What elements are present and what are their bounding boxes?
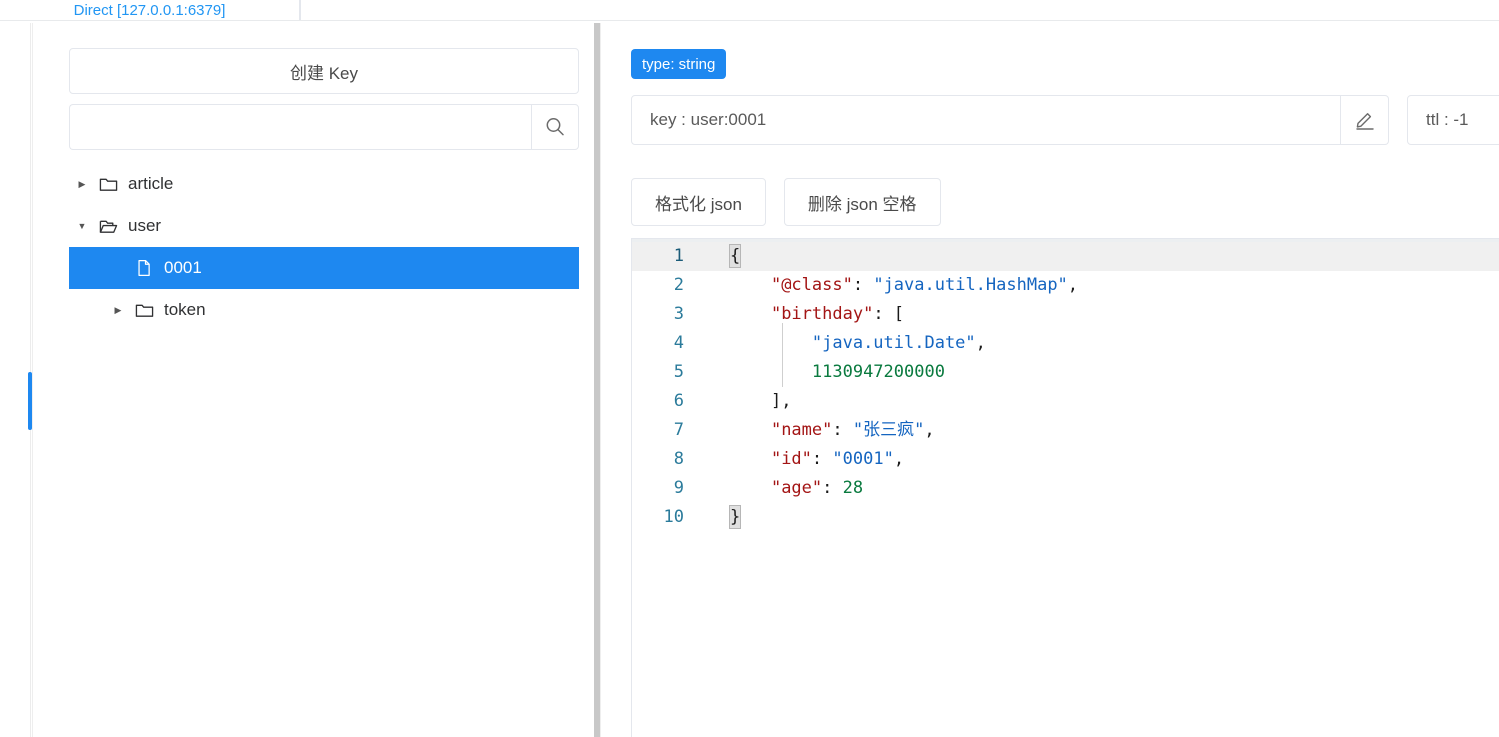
tab-bar-underline <box>0 20 1499 21</box>
tab-bar: Direct [127.0.0.1:6379] <box>0 0 1499 21</box>
file-icon <box>131 259 157 277</box>
line-number: 9 <box>673 478 684 498</box>
json-editor[interactable]: 1{2 "@class": "java.util.HashMap", 3 "bir… <box>631 238 1499 737</box>
tab-secondary[interactable] <box>300 0 1499 21</box>
code-line[interactable]: 7 "name": "张三疯", <box>632 416 1499 445</box>
chevron-right-icon[interactable]: ▶ <box>105 305 131 316</box>
folder-icon <box>131 301 157 320</box>
key-sidebar: 创建 Key ▶ article ▼ user ▶0001 ▶ token <box>32 23 594 737</box>
code-line[interactable]: 9 "age": 28 <box>632 474 1499 503</box>
tree-item-label: article <box>128 174 174 193</box>
code-area[interactable]: 1{2 "@class": "java.util.HashMap", 3 "bir… <box>632 242 1499 737</box>
line-number: 4 <box>673 333 684 353</box>
code-line[interactable]: 8 "id": "0001", <box>632 445 1499 474</box>
code-line-content: "age": 28 <box>770 478 864 498</box>
create-key-button[interactable]: 创建 Key <box>69 48 579 94</box>
key-field-group: key : user:0001 <box>631 95 1389 145</box>
code-line[interactable]: 10} <box>632 503 1499 532</box>
tree-item-article[interactable]: ▶ article <box>69 163 579 205</box>
type-badge[interactable]: type: string <box>631 49 727 79</box>
code-line[interactable]: 5 1130947200000 <box>632 358 1499 387</box>
chevron-down-icon[interactable]: ▼ <box>69 221 95 231</box>
code-line-content: "id": "0001", <box>770 449 905 469</box>
folder-icon <box>95 175 121 194</box>
line-number: 3 <box>673 304 684 324</box>
tree-item-0001[interactable]: ▶0001 <box>69 247 579 289</box>
line-number: 1 <box>673 246 684 266</box>
tree-item-token[interactable]: ▶ token <box>69 289 579 331</box>
minify-json-button[interactable]: 删除 json 空格 <box>783 178 941 226</box>
code-line[interactable]: 6 ], <box>632 387 1499 416</box>
tree-item-label: 0001 <box>164 258 202 277</box>
code-line[interactable]: 4 "java.util.Date", <box>632 329 1499 358</box>
code-line[interactable]: 2 "@class": "java.util.HashMap", <box>632 271 1499 300</box>
line-number: 10 <box>663 507 684 527</box>
line-number: 7 <box>673 420 684 440</box>
line-number: 6 <box>673 391 684 411</box>
key-search-input[interactable] <box>69 104 531 150</box>
tree-item-user[interactable]: ▼ user <box>69 205 579 247</box>
key-tree: ▶ article ▼ user ▶0001 ▶ token <box>69 163 579 331</box>
search-icon <box>546 118 564 136</box>
code-line-content: { <box>728 244 742 268</box>
code-line-content: "birthday": [ <box>770 304 905 324</box>
app-window: Direct [127.0.0.1:6379] 创建 Key ▶ article ▼… <box>0 0 1499 737</box>
key-edit-button[interactable] <box>1341 95 1389 145</box>
line-number: 8 <box>673 449 684 469</box>
json-action-buttons: 格式化 json 删除 json 空格 <box>631 178 941 226</box>
code-line[interactable]: 1{ <box>632 242 1499 271</box>
tab-connection-active[interactable]: Direct [127.0.0.1:6379] <box>0 0 300 21</box>
line-number: 5 <box>673 362 684 382</box>
code-line-content: 1130947200000 <box>811 362 945 382</box>
code-line-content: "name": "张三疯", <box>770 420 935 440</box>
tree-item-label: user <box>128 216 162 235</box>
tab-label: Direct [127.0.0.1:6379] <box>73 2 226 19</box>
code-line-content: "@class": "java.util.HashMap", <box>770 275 1079 295</box>
code-line-content: } <box>728 505 742 529</box>
key-search-group <box>69 104 579 150</box>
tree-item-label: token <box>164 300 206 319</box>
key-value-field[interactable]: key : user:0001 <box>631 95 1341 145</box>
code-line-content: ], <box>770 391 792 411</box>
ttl-field[interactable]: ttl : -1 <box>1407 95 1499 145</box>
format-json-button[interactable]: 格式化 json <box>631 178 766 226</box>
folder-open-icon <box>95 217 121 236</box>
line-number: 2 <box>673 275 684 295</box>
code-line-content: "java.util.Date", <box>811 333 986 353</box>
key-search-button[interactable] <box>531 104 579 150</box>
code-line[interactable]: 3 "birthday": [ <box>632 300 1499 329</box>
chevron-right-icon[interactable]: ▶ <box>69 179 95 190</box>
pencil-icon <box>1355 113 1374 130</box>
indent-guide <box>782 323 783 387</box>
key-detail-panel: type: string key : user:0001 ttl : -1 格式… <box>601 23 1499 737</box>
